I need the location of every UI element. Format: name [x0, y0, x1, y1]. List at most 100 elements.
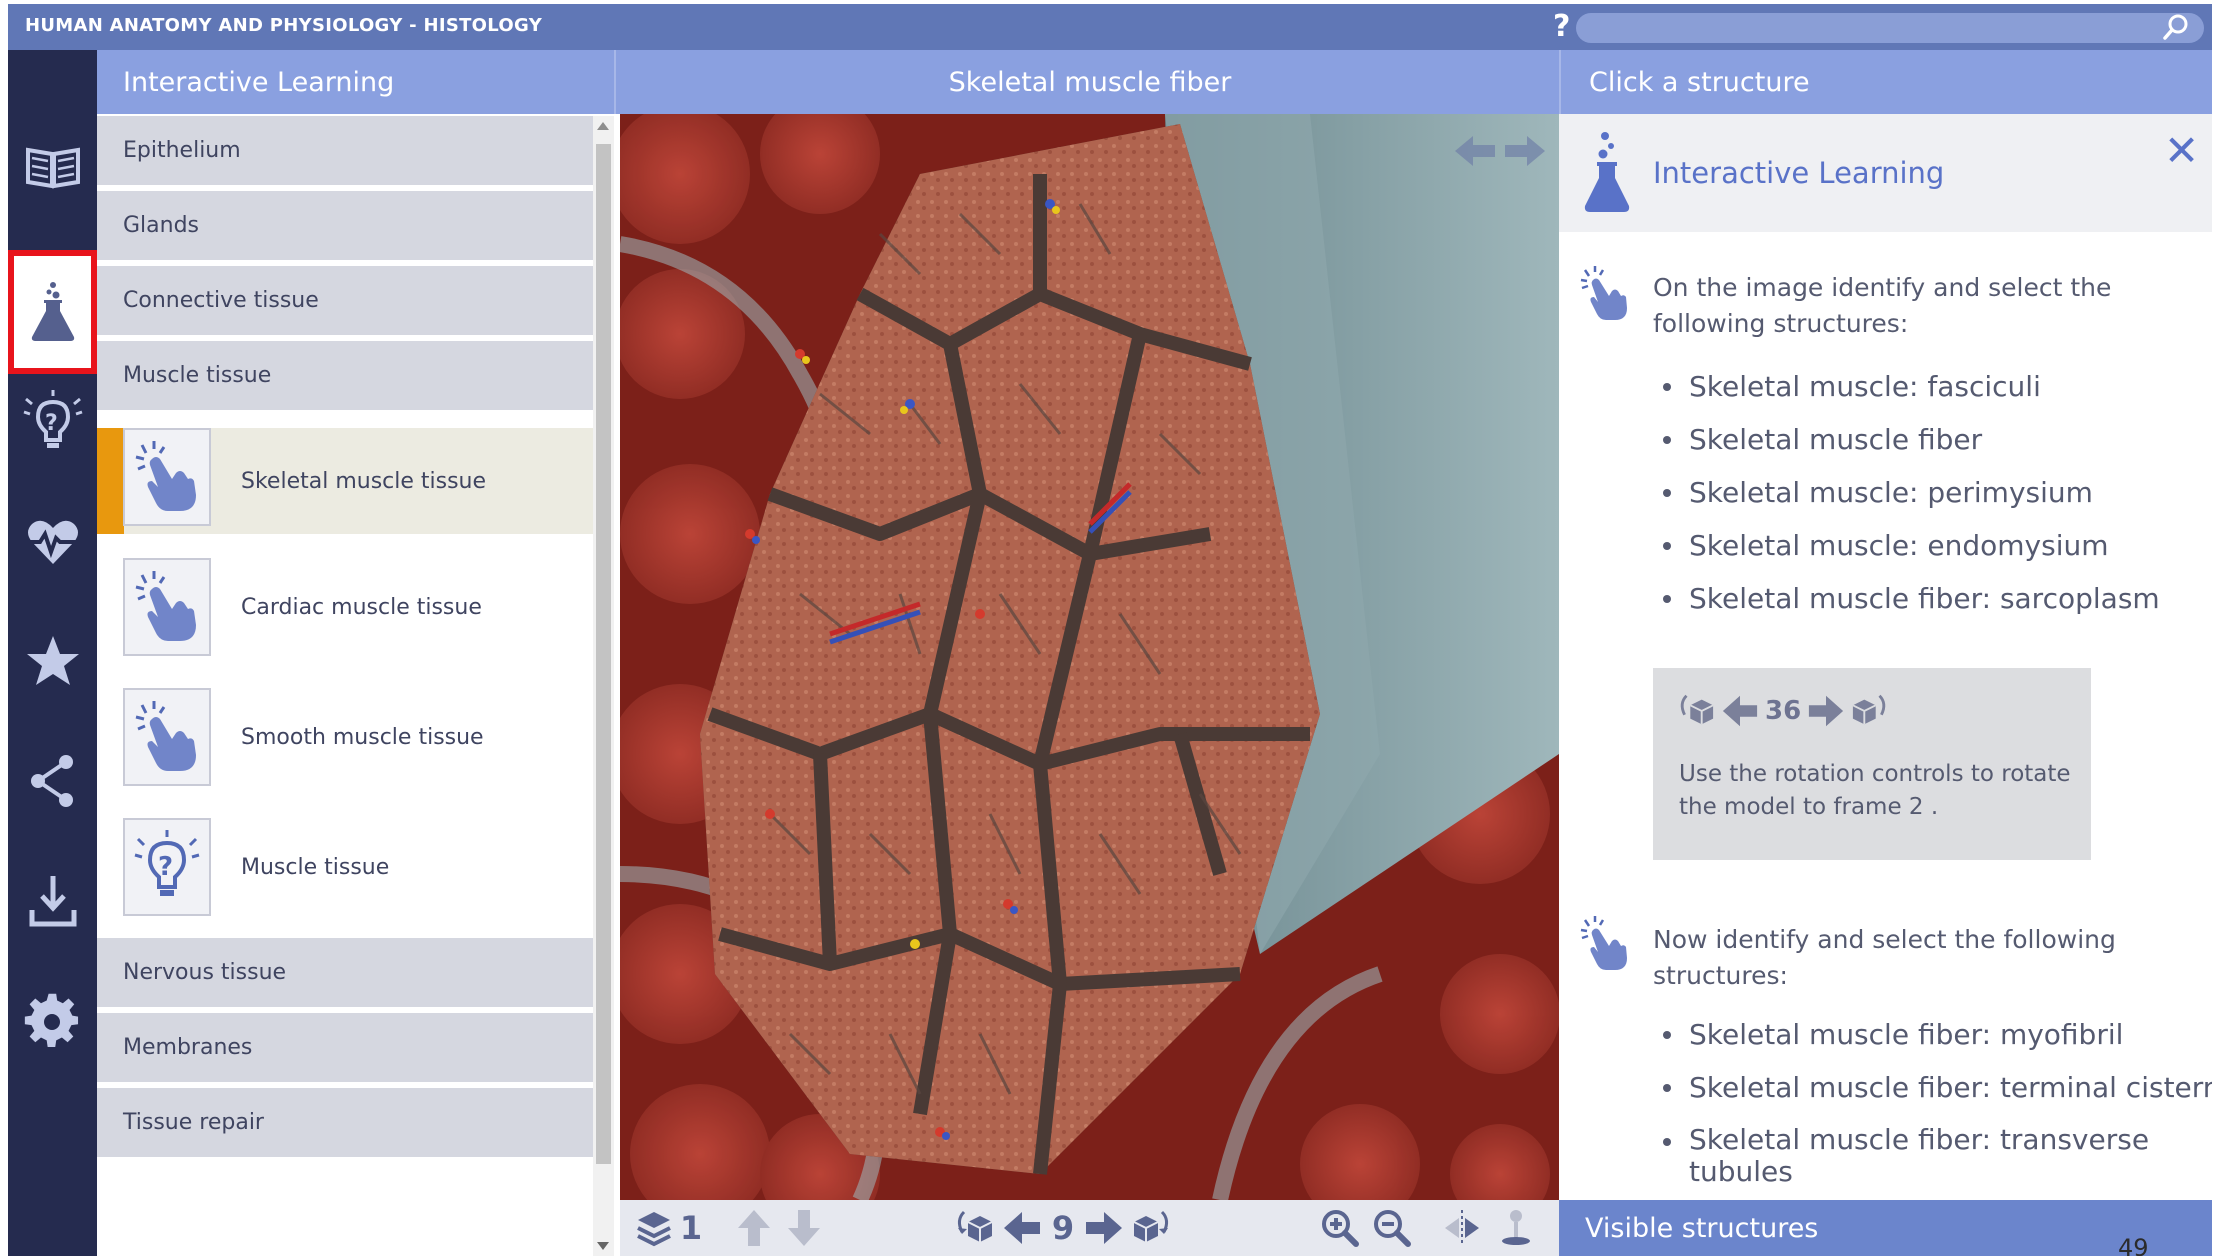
zoom-out-icon — [1374, 1210, 1411, 1247]
frame-number: 9 — [1051, 1209, 1075, 1247]
layers-icon — [637, 1212, 671, 1247]
menu-category-glands[interactable]: Glands — [97, 191, 593, 263]
menu-header: Interactive Learning — [97, 50, 614, 114]
pin-icon — [1502, 1210, 1530, 1245]
instruction-text-1: On the image identify and select the fol… — [1653, 273, 2112, 338]
arrow-up-icon — [738, 1210, 770, 1246]
menu-item-label: Cardiac muscle tissue — [241, 594, 482, 620]
pin-button[interactable] — [1496, 1206, 1536, 1250]
svg-text:?: ? — [158, 852, 173, 882]
rotation-frame-number: 36 — [1765, 696, 1802, 726]
rail-settings[interactable] — [8, 966, 97, 1076]
structure-item[interactable]: Skeletal muscle fiber: sarcoplasm — [1659, 572, 2160, 625]
topic-menu: Epithelium Glands Connective tissue Musc… — [97, 116, 593, 1256]
menu-category-membranes[interactable]: Membranes — [97, 1013, 593, 1085]
tap-hand-icon — [135, 441, 196, 511]
viewer-title: Skeletal muscle fiber — [614, 50, 1564, 114]
search-input[interactable] — [1576, 13, 2204, 43]
rail-share[interactable] — [8, 726, 97, 836]
title-bar: HUMAN ANATOMY AND PHYSIOLOGY - HISTOLOGY… — [8, 4, 2212, 50]
layer-up-button[interactable] — [734, 1206, 774, 1250]
menu-item-label: Smooth muscle tissue — [241, 724, 484, 750]
rotation-hint-text: Use the rotation controls to rotate the … — [1679, 761, 2071, 820]
structure-item[interactable]: Skeletal muscle: fasciculi — [1659, 360, 2160, 413]
rail-book[interactable] — [8, 112, 97, 222]
layer-count: 1 — [679, 1209, 703, 1247]
visible-structures-bar[interactable]: Visible structures — [1559, 1200, 2212, 1256]
structure-item[interactable]: Skeletal muscle: endomysium — [1659, 519, 2160, 572]
menu-category-epithelium[interactable]: Epithelium — [97, 116, 593, 188]
structure-list-1: Skeletal muscle: fasciculi Skeletal musc… — [1659, 360, 2160, 625]
arrow-left-icon — [1722, 695, 1758, 727]
arrow-down-icon — [788, 1210, 820, 1246]
rail-interactive-learning[interactable] — [8, 250, 97, 374]
rail-favorites[interactable] — [8, 606, 97, 716]
app-window: HUMAN ANATOMY AND PHYSIOLOGY - HISTOLOGY… — [8, 4, 2212, 1256]
svg-text:?: ? — [45, 411, 58, 436]
menu-item-cardiac-muscle-tissue[interactable]: Cardiac muscle tissue — [97, 554, 593, 660]
quiz-bulb-icon: ? — [134, 830, 200, 896]
menu-item-skeletal-muscle-tissue[interactable]: Skeletal muscle tissue — [97, 428, 593, 534]
zoom-out-button[interactable] — [1372, 1206, 1412, 1250]
model-viewer[interactable] — [620, 114, 1559, 1200]
structure-item[interactable]: Skeletal muscle: perimysium — [1659, 466, 2160, 519]
structure-item[interactable]: Skeletal muscle fiber: transverse tubule… — [1659, 1114, 2179, 1188]
rail-download[interactable] — [8, 846, 97, 956]
instruction-text-2: Now identify and select the following st… — [1653, 925, 2116, 990]
menu-scrollbar[interactable] — [593, 116, 614, 1256]
scroll-down-arrow[interactable] — [597, 1242, 609, 1250]
star-icon — [26, 636, 79, 685]
close-button[interactable]: ✕ — [2164, 130, 2199, 172]
selection-marker — [97, 428, 124, 534]
search-icon[interactable] — [2158, 10, 2194, 46]
mirror-button[interactable] — [1442, 1206, 1482, 1250]
menu-item-thumbnail: ? — [123, 818, 211, 916]
structure-item[interactable]: Skeletal muscle fiber — [1659, 413, 2160, 466]
info-panel: Interactive Learning ✕ On the image iden… — [1559, 114, 2212, 1200]
menu-category-connective-tissue[interactable]: Connective tissue — [97, 266, 593, 338]
back-arrow-icon[interactable] — [1453, 132, 1497, 170]
muscle-fiber-model[interactable] — [620, 114, 1559, 1200]
rotation-hint-box: 36 Use the rotation controls to rotate t… — [1653, 668, 2091, 860]
rotate-cube-left-icon — [1680, 694, 1714, 725]
rotate-cube-right-icon — [1852, 694, 1886, 725]
arrow-right-icon — [1086, 1212, 1122, 1244]
structure-item[interactable]: Skeletal muscle fiber: myofibril — [1659, 1008, 2212, 1061]
book-icon — [25, 147, 80, 189]
tap-hand-icon — [135, 701, 196, 771]
tap-hand-icon — [135, 571, 196, 641]
flask-icon — [1584, 132, 1630, 212]
menu-item-smooth-muscle-tissue[interactable]: Smooth muscle tissue — [97, 684, 593, 790]
share-icon — [30, 755, 73, 807]
menu-item-muscle-tissue-quiz[interactable]: ? Muscle tissue — [97, 814, 593, 920]
rotate-left-button[interactable] — [950, 1206, 998, 1250]
heart-pulse-icon — [23, 520, 82, 564]
next-frame-button[interactable] — [1084, 1206, 1124, 1250]
menu-category-muscle-tissue[interactable]: Muscle tissue — [97, 341, 593, 413]
zoom-in-button[interactable] — [1320, 1206, 1360, 1250]
arrow-right-icon — [1809, 695, 1844, 727]
menu-category-nervous-tissue[interactable]: Nervous tissue — [97, 938, 593, 1010]
forward-arrow-icon[interactable] — [1503, 132, 1547, 170]
viewer-toolbar: 1 9 — [620, 1200, 1559, 1256]
layers-button[interactable] — [634, 1206, 674, 1250]
layer-down-button[interactable] — [784, 1206, 824, 1250]
menu-item-label: Muscle tissue — [241, 854, 390, 880]
scrollbar-thumb[interactable] — [596, 144, 611, 1164]
zoom-in-icon — [1322, 1210, 1359, 1247]
info-panel-title: Interactive Learning — [1653, 156, 1945, 190]
rotation-controls-illustration: 36 — [1677, 692, 1889, 730]
previous-frame-button[interactable] — [1002, 1206, 1042, 1250]
rail-physiology[interactable] — [8, 486, 97, 596]
left-rail: A Z ? — [8, 50, 97, 1256]
help-button[interactable]: ? — [1553, 9, 1570, 44]
info-panel-header: Interactive Learning ✕ — [1559, 114, 2212, 232]
menu-item-thumbnail — [123, 558, 211, 656]
structure-item[interactable]: Skeletal muscle fiber: terminal cisterna… — [1659, 1061, 2212, 1114]
rail-quiz[interactable]: ? — [8, 366, 97, 476]
rotate-right-button[interactable] — [1128, 1206, 1176, 1250]
tap-hand-icon — [1580, 916, 1627, 970]
menu-category-tissue-repair[interactable]: Tissue repair — [97, 1088, 593, 1160]
menu-item-thumbnail — [123, 428, 211, 526]
scroll-up-arrow[interactable] — [597, 122, 609, 130]
